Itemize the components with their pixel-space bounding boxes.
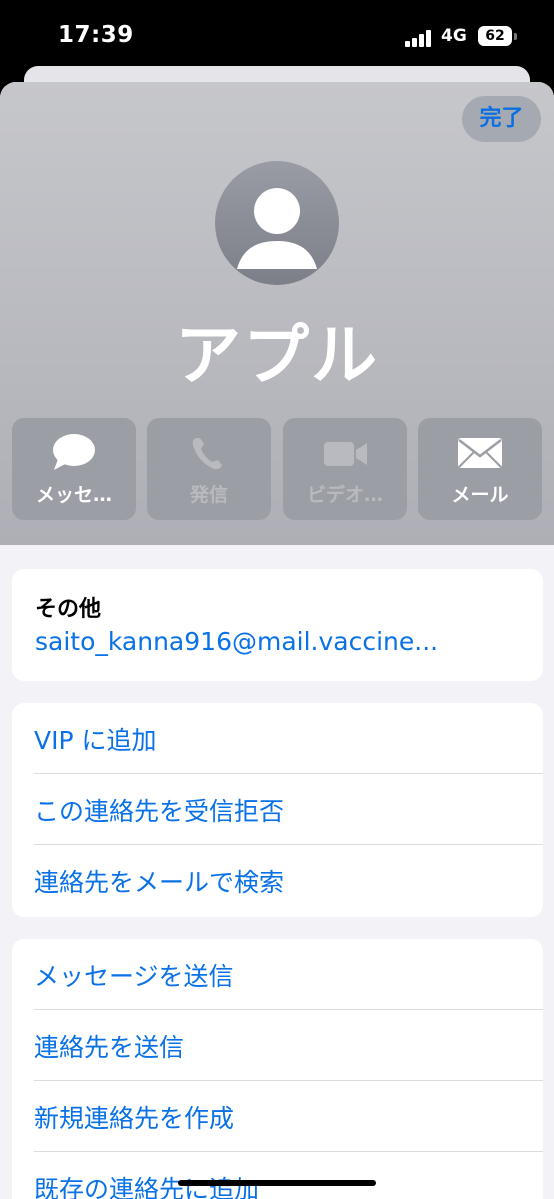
email-field-label: その他 xyxy=(35,597,102,622)
home-indicator[interactable] xyxy=(178,1180,376,1186)
message-bubble-icon xyxy=(12,432,136,474)
call-action-button[interactable]: 発信 xyxy=(147,418,271,520)
battery-level: 62 xyxy=(485,28,505,44)
add-to-vip-label: VIP に追加 xyxy=(34,726,157,755)
search-contact-mail-row[interactable]: 連絡先をメールで検索 xyxy=(34,845,543,916)
contact-sheet: 完了 アプル メッセ… 発信 ビデオ… メール その他 saito_kanna9… xyxy=(0,82,554,1199)
video-camera-icon xyxy=(283,432,407,474)
contact-options-card: VIP に追加 この連絡先を受信拒否 連絡先をメールで検索 xyxy=(12,703,543,917)
status-bar: 17:39 4G 62 xyxy=(0,0,554,72)
share-contact-label: 連絡先を送信 xyxy=(34,1033,185,1062)
video-action-button[interactable]: ビデオ… xyxy=(283,418,407,520)
send-message-label: メッセージを送信 xyxy=(34,962,234,991)
status-time: 17:39 xyxy=(58,22,134,48)
contact-actions-card: メッセージを送信 連絡先を送信 新規連絡先を作成 既存の連絡先に追加 xyxy=(12,939,543,1199)
share-contact-row[interactable]: 連絡先を送信 xyxy=(34,1010,543,1081)
call-action-label: 発信 xyxy=(189,484,228,506)
person-silhouette-icon xyxy=(237,188,317,269)
mail-action-label: メール xyxy=(451,484,509,506)
quick-actions: メッセ… 発信 ビデオ… メール xyxy=(12,418,543,520)
create-new-contact-row[interactable]: 新規連絡先を作成 xyxy=(34,1081,543,1152)
message-action-label: メッセ… xyxy=(35,484,112,506)
search-contact-mail-label: 連絡先をメールで検索 xyxy=(34,868,285,897)
video-action-label: ビデオ… xyxy=(306,484,383,506)
network-type: 4G xyxy=(441,26,467,46)
block-contact-row[interactable]: この連絡先を受信拒否 xyxy=(34,774,543,845)
add-to-existing-contact-row[interactable]: 既存の連絡先に追加 xyxy=(34,1152,543,1199)
add-to-vip-row[interactable]: VIP に追加 xyxy=(34,703,543,774)
phone-icon xyxy=(147,432,271,474)
send-message-row[interactable]: メッセージを送信 xyxy=(34,939,543,1010)
envelope-icon xyxy=(418,432,542,474)
email-card[interactable]: その他 saito_kanna916@mail.vaccine... xyxy=(12,569,543,681)
cellular-signal-icon xyxy=(405,29,435,47)
contact-name: アプル xyxy=(175,317,379,394)
contact-header: 完了 アプル メッセ… 発信 ビデオ… メール xyxy=(0,82,554,545)
create-new-contact-label: 新規連絡先を作成 xyxy=(34,1104,235,1133)
email-address-link[interactable]: saito_kanna916@mail.vaccine... xyxy=(35,627,515,656)
mail-action-button[interactable]: メール xyxy=(418,418,542,520)
battery-icon: 62 xyxy=(478,26,512,46)
battery-cap xyxy=(514,33,517,40)
block-contact-label: この連絡先を受信拒否 xyxy=(34,797,285,826)
done-button[interactable]: 完了 xyxy=(462,96,541,142)
avatar xyxy=(215,161,339,285)
message-action-button[interactable]: メッセ… xyxy=(12,418,136,520)
